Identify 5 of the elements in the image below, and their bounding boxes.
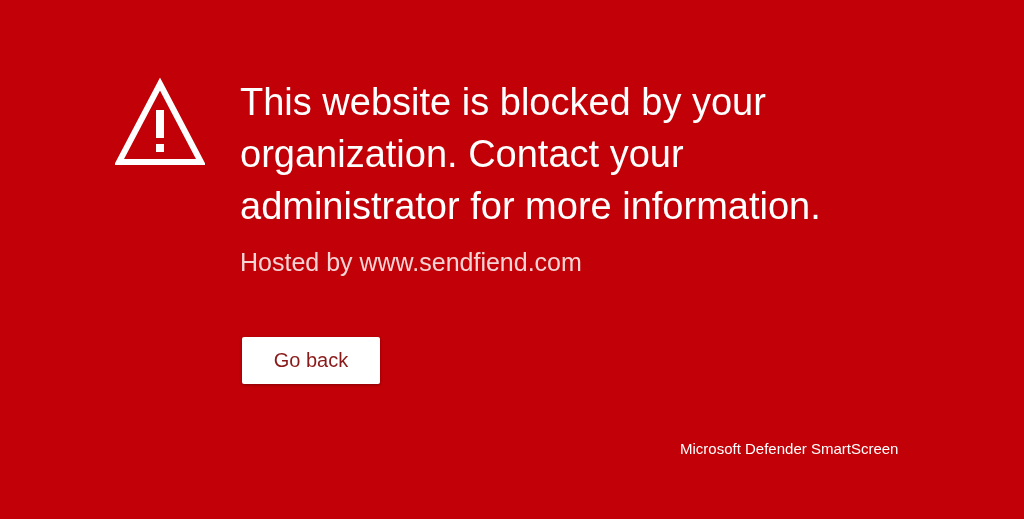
footer-text: Microsoft Defender SmartScreen xyxy=(680,440,899,457)
hosted-by-text: Hosted by www.sendfiend.com xyxy=(240,248,582,277)
blocked-message: This website is blocked by your organization. Contact your administrator for more information. xyxy=(240,80,822,229)
go-back-button[interactable]: Go back xyxy=(242,337,380,384)
warning-icon xyxy=(115,78,205,168)
